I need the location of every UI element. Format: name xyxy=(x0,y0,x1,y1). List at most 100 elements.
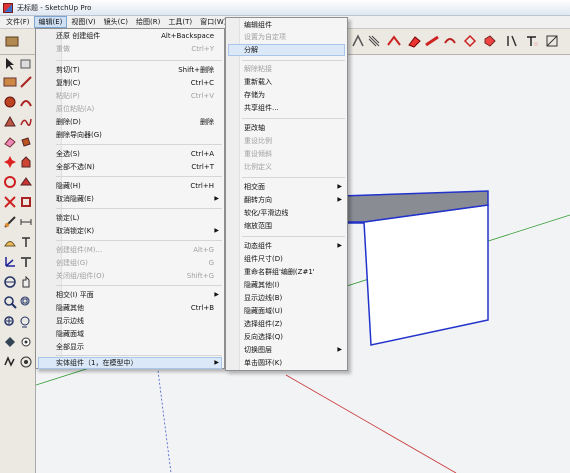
menu-select-all[interactable]: 全选(S) xyxy=(56,148,80,160)
menu-redo[interactable]: 重做 xyxy=(56,43,70,55)
submenu-flip-along[interactable]: 翻转方向 xyxy=(244,194,272,206)
cube-front-face[interactable] xyxy=(363,204,489,346)
menu-draw[interactable]: 绘图(R) xyxy=(132,16,164,28)
arc-tool-icon[interactable] xyxy=(19,95,33,109)
submenu-hide-faces[interactable]: 隐藏面域(U) xyxy=(244,305,283,317)
submenu-reset-skew[interactable]: 重设倾斜 xyxy=(244,148,272,160)
submenu-click-ring[interactable]: 单击圆环(K) xyxy=(244,357,282,369)
menu-cut[interactable]: 剪切(T) xyxy=(56,64,80,76)
offset-tool-icon[interactable] xyxy=(482,33,498,49)
submenu-toggle-layer[interactable]: 切换图层 xyxy=(244,344,272,356)
submenu-explode[interactable]: 分解 xyxy=(244,44,258,56)
previous-view-icon[interactable] xyxy=(19,315,33,329)
submenu-soften-edges[interactable]: 软化/平滑边线 xyxy=(244,207,288,219)
menu-view[interactable]: 视图(V) xyxy=(67,16,99,28)
menu-make-group[interactable]: 创建组(G) xyxy=(56,257,88,269)
rotate-tool-icon[interactable] xyxy=(442,33,458,49)
menu-paste[interactable]: 粘贴(P) xyxy=(56,90,80,102)
pushpull-icon[interactable] xyxy=(19,155,33,169)
rectangle-tool-icon[interactable] xyxy=(3,75,17,89)
dimension-icon[interactable] xyxy=(19,215,33,229)
menu-entity-component[interactable]: 实体组件（1，在模型中） xyxy=(56,357,137,369)
menu-select-none[interactable]: 全部不选(N) xyxy=(56,161,95,173)
line-tool-icon[interactable] xyxy=(19,75,33,89)
walk-icon[interactable] xyxy=(19,335,33,349)
pan-tool-icon[interactable] xyxy=(544,33,560,49)
scale-icon[interactable] xyxy=(3,195,17,209)
freehand-tool-icon[interactable] xyxy=(19,115,33,129)
menu-tools[interactable]: 工具(T) xyxy=(164,16,196,28)
3dtext-icon[interactable] xyxy=(19,255,33,269)
submenu-share-component[interactable]: 共享组件... xyxy=(244,102,279,114)
submenu-invert-selection[interactable]: 反向选择(Q) xyxy=(244,331,283,343)
offset-icon[interactable] xyxy=(19,195,33,209)
submenu-show-edges[interactable]: 显示边线(B) xyxy=(244,292,282,304)
tape-tool-icon[interactable] xyxy=(386,33,402,49)
protractor-icon[interactable] xyxy=(3,235,17,249)
submenu-hide-others[interactable]: 隐藏其他(I) xyxy=(244,279,280,291)
submenu-reset-scale[interactable]: 重设比例 xyxy=(244,135,272,147)
submenu-component-size[interactable]: 组件尺寸(D) xyxy=(244,253,283,265)
menu-camera[interactable]: 镜头(C) xyxy=(100,16,132,28)
lines-tool-icon[interactable] xyxy=(366,33,382,49)
zoom-extents-icon[interactable] xyxy=(3,315,17,329)
menu-show-all[interactable]: 全部显示 xyxy=(56,341,84,353)
menu-close-group[interactable]: 关闭组/组件(O) xyxy=(56,270,104,282)
select-tool-icon[interactable] xyxy=(4,33,20,49)
menu-edit[interactable]: 编辑(E) xyxy=(33,16,68,28)
submenu-unglue[interactable]: 解除粘接 xyxy=(244,63,272,75)
menu-paste-in-place[interactable]: 原位粘贴(A) xyxy=(56,103,94,115)
submenu-make-unique[interactable]: 设置为自定项 xyxy=(244,31,286,43)
submenu-zoom-selection[interactable]: 缩放范围 xyxy=(244,220,272,232)
move-tool-icon[interactable] xyxy=(462,33,478,49)
pan-icon[interactable] xyxy=(19,275,33,289)
menu-copy[interactable]: 复制(C) xyxy=(56,77,80,89)
submenu-select-component[interactable]: 选择组件(Z) xyxy=(244,318,282,330)
menu-unhide[interactable]: 取消隐藏(E) xyxy=(56,193,94,205)
position-camera-icon[interactable] xyxy=(3,335,17,349)
menu-file[interactable]: 文件(F) xyxy=(2,16,34,28)
look-around-icon[interactable] xyxy=(3,355,17,369)
zoom-window-icon[interactable] xyxy=(19,295,33,309)
menu-make-component[interactable]: 创建组件(M)... xyxy=(56,244,102,256)
menu-intersect-faces[interactable]: 相交(I) 平面 xyxy=(56,289,94,301)
menu-hide-others[interactable]: 隐藏其他 xyxy=(56,302,84,314)
menu-show-edges[interactable]: 显示边线 xyxy=(56,315,84,327)
arrow-tool-icon[interactable] xyxy=(3,57,17,71)
menu-delete-guides[interactable]: 删除导向器(G) xyxy=(56,129,102,141)
rotate-icon[interactable] xyxy=(3,175,17,189)
menu-hide-faces[interactable]: 隐藏面域 xyxy=(56,328,84,340)
submenu-reload[interactable]: 重新载入 xyxy=(244,76,272,88)
menu-delete[interactable]: 删除(D) xyxy=(56,116,81,128)
submenu-save-as[interactable]: 存储为 xyxy=(244,89,265,101)
component-tool-icon[interactable] xyxy=(19,57,33,71)
section-plane-icon[interactable] xyxy=(19,355,33,369)
menu-unlock[interactable]: 取消锁定(K) xyxy=(56,225,94,237)
move-icon[interactable] xyxy=(3,155,17,169)
menu-lock[interactable]: 锁定(L) xyxy=(56,212,79,224)
submenu-change-axes[interactable]: 更改轴 xyxy=(244,122,265,134)
submenu-intersect-faces[interactable]: 相交面 xyxy=(244,181,265,193)
axes-icon[interactable] xyxy=(3,255,17,269)
circle-tool-icon[interactable] xyxy=(3,95,17,109)
text-icon[interactable] xyxy=(19,235,33,249)
paint-tool-icon[interactable] xyxy=(424,33,440,49)
zoom-icon[interactable] xyxy=(3,295,17,309)
tape-measure-icon[interactable] xyxy=(3,215,17,229)
polygon-tool-icon[interactable] xyxy=(3,115,17,129)
submenu-arrow-icon: ▶ xyxy=(337,242,342,249)
bucket-icon[interactable] xyxy=(19,135,33,149)
menu-hide[interactable]: 隐藏(H) xyxy=(56,180,81,192)
text-tool-icon[interactable] xyxy=(524,33,540,49)
submenu-edit-component[interactable]: 编辑组件 xyxy=(244,19,272,31)
submenu-rename-group[interactable]: 重命名群组'编删(Z#1' xyxy=(244,266,315,278)
orbit-icon[interactable] xyxy=(3,275,17,289)
menu-undo[interactable]: 还原 创建组件 xyxy=(56,30,100,42)
eraser-tool-icon[interactable] xyxy=(406,33,422,49)
submenu-scale-definition[interactable]: 比例定义 xyxy=(244,161,272,173)
followme-icon[interactable] xyxy=(19,175,33,189)
submenu-dynamic-components[interactable]: 动态组件 xyxy=(244,240,272,252)
eraser-icon[interactable] xyxy=(3,135,17,149)
pushpull-tool-icon[interactable] xyxy=(504,33,520,49)
hatch-tool-icon[interactable] xyxy=(350,33,366,49)
